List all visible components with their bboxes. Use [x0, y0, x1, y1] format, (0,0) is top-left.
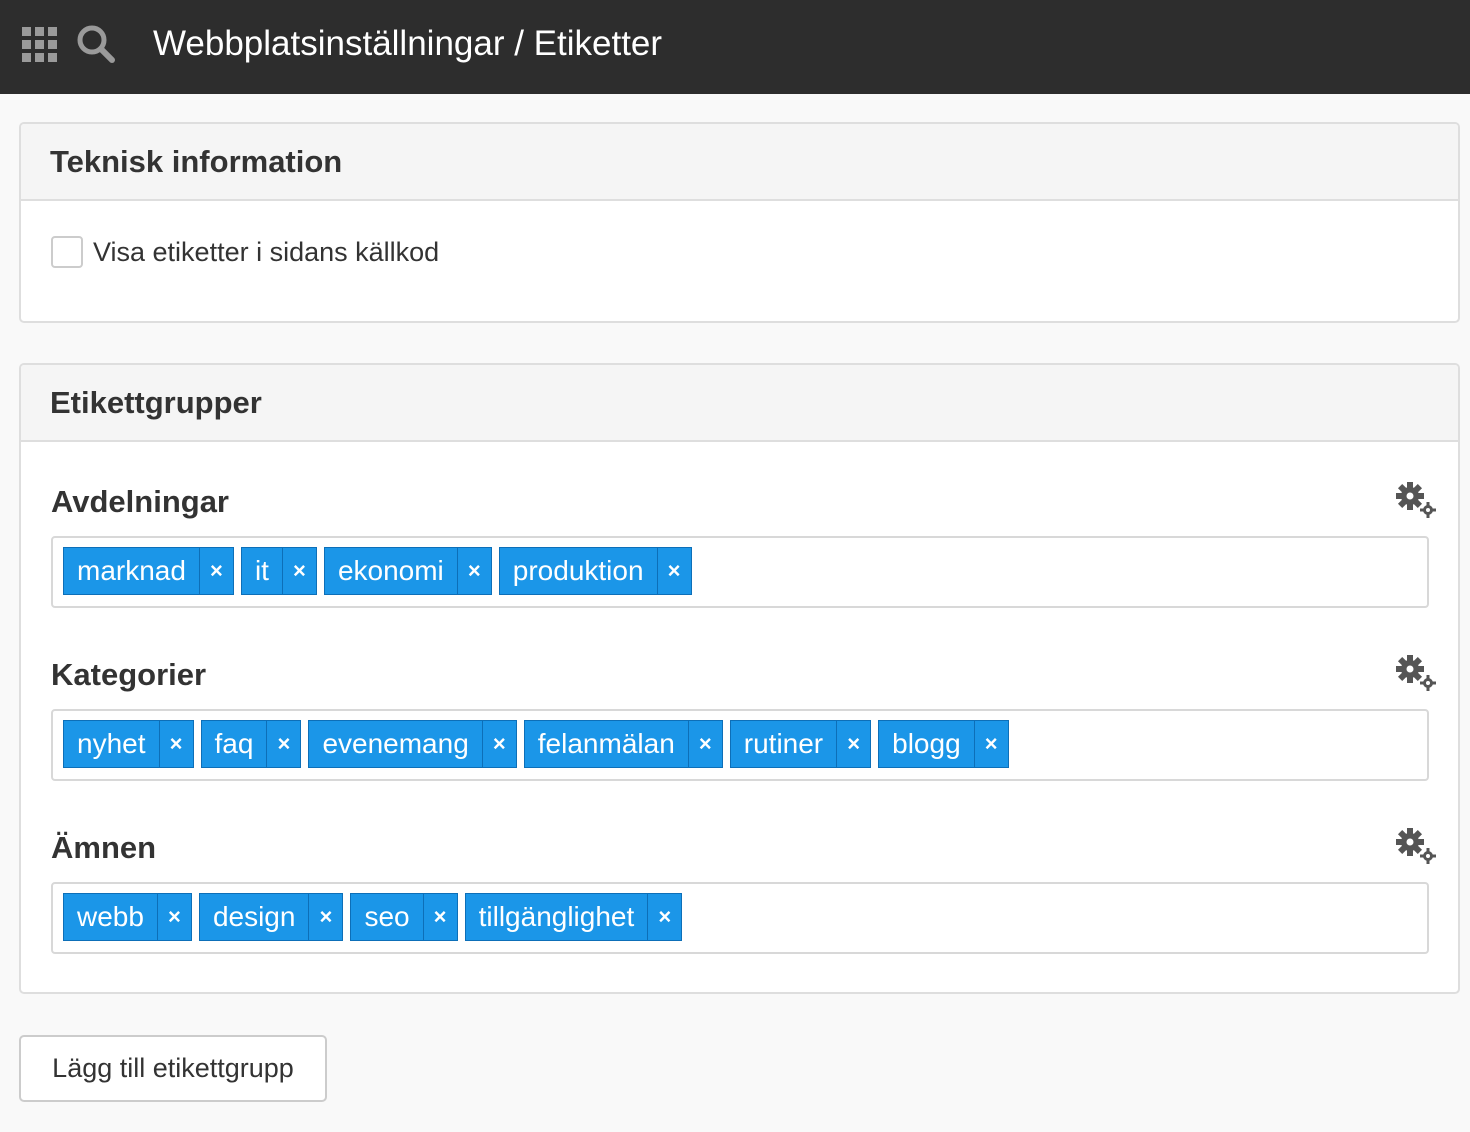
show-tags-in-source-option[interactable]: Visa etiketter i sidans källkod	[51, 236, 439, 268]
group-settings-gears-icon[interactable]	[1395, 481, 1437, 519]
tag-label[interactable]: blogg	[879, 721, 974, 767]
remove-tag-close-icon[interactable]: ×	[266, 721, 300, 767]
tag-chip: it ×	[240, 547, 317, 595]
tag-chip: produktion ×	[498, 547, 692, 595]
tag-chip: marknad ×	[63, 547, 234, 595]
top-bar: Webbplatsinställningar / Etiketter	[0, 0, 1470, 94]
tag-label[interactable]: design	[200, 894, 309, 940]
panel-header: Teknisk information	[21, 124, 1458, 201]
tag-input-field[interactable]: webb × design × seo × tillgänglighet ×	[51, 882, 1429, 954]
tag-group: Avdelningar marknad × it × ekonomi × produktion…	[21, 481, 1458, 641]
remove-tag-close-icon[interactable]: ×	[281, 548, 316, 594]
remove-tag-close-icon[interactable]: ×	[422, 894, 457, 940]
tag-label[interactable]: marknad	[64, 548, 199, 594]
panel-title: Teknisk information	[50, 143, 343, 179]
add-tag-group-button[interactable]: Lägg till etikettgrupp	[19, 1035, 327, 1102]
tag-chip: rutiner ×	[729, 720, 872, 768]
remove-tag-close-icon[interactable]: ×	[308, 894, 342, 940]
apps-grid-icon[interactable]	[22, 27, 58, 63]
tag-label[interactable]: seo	[351, 894, 422, 940]
tag-label[interactable]: faq	[202, 721, 267, 767]
remove-tag-close-icon[interactable]: ×	[687, 721, 722, 767]
tag-group-title: Kategorier	[51, 657, 207, 692]
remove-tag-close-icon[interactable]: ×	[656, 548, 691, 594]
group-settings-gears-icon[interactable]	[1395, 827, 1437, 865]
tag-label[interactable]: tillgänglighet	[466, 894, 648, 940]
tag-groups-panel: Etikettgrupper Avdelningar marknad × it × eko…	[19, 363, 1460, 994]
tag-chip: tillgänglighet ×	[464, 893, 683, 941]
tag-label[interactable]: it	[242, 548, 282, 594]
tag-chip: blogg ×	[878, 720, 1009, 768]
remove-tag-close-icon[interactable]: ×	[836, 721, 870, 767]
show-tags-checkbox[interactable]	[51, 236, 83, 268]
tag-label[interactable]: ekonomi	[325, 548, 457, 594]
technical-information-panel: Teknisk information Visa etiketter i sid…	[19, 122, 1460, 323]
tag-chip: design ×	[198, 893, 344, 941]
tag-chip: nyhet ×	[63, 720, 194, 768]
tag-group-title: Avdelningar	[51, 484, 229, 519]
remove-tag-close-icon[interactable]: ×	[456, 548, 491, 594]
tag-chip: evenemang ×	[308, 720, 517, 768]
tag-label[interactable]: produktion	[500, 548, 657, 594]
tag-group-title: Ämnen	[51, 830, 157, 865]
remove-tag-close-icon[interactable]: ×	[481, 721, 516, 767]
page-title: Webbplatsinställningar / Etiketter	[153, 24, 663, 63]
tag-chip: webb ×	[63, 893, 192, 941]
remove-tag-close-icon[interactable]: ×	[158, 721, 193, 767]
tag-input-field[interactable]: marknad × it × ekonomi × produktion ×	[51, 536, 1429, 608]
search-icon[interactable]	[76, 24, 116, 64]
tag-group: Ämnen webb × design × seo × tillgänglighet ×	[21, 827, 1458, 987]
tag-label[interactable]: rutiner	[731, 721, 836, 767]
remove-tag-close-icon[interactable]: ×	[156, 894, 191, 940]
remove-tag-close-icon[interactable]: ×	[973, 721, 1008, 767]
panel-header: Etikettgrupper	[21, 365, 1458, 442]
tag-chip: felanmälan ×	[523, 720, 723, 768]
remove-tag-close-icon[interactable]: ×	[647, 894, 681, 940]
panel-title: Etikettgrupper	[50, 384, 262, 420]
tag-chip: ekonomi ×	[323, 547, 492, 595]
show-tags-label: Visa etiketter i sidans källkod	[93, 236, 440, 267]
tag-label[interactable]: webb	[64, 894, 157, 940]
tag-label[interactable]: evenemang	[309, 721, 481, 767]
tag-label[interactable]: nyhet	[64, 721, 159, 767]
group-settings-gears-icon[interactable]	[1395, 654, 1437, 692]
tag-input-field[interactable]: nyhet × faq × evenemang × felanmälan × rutiner × b…	[51, 709, 1429, 781]
remove-tag-close-icon[interactable]: ×	[198, 548, 233, 594]
tag-group: Kategorier nyhet × faq × evenemang × felanmälan…	[21, 654, 1458, 814]
tag-label[interactable]: felanmälan	[525, 721, 688, 767]
tag-chip: seo ×	[350, 893, 458, 941]
tag-chip: faq ×	[200, 720, 302, 768]
